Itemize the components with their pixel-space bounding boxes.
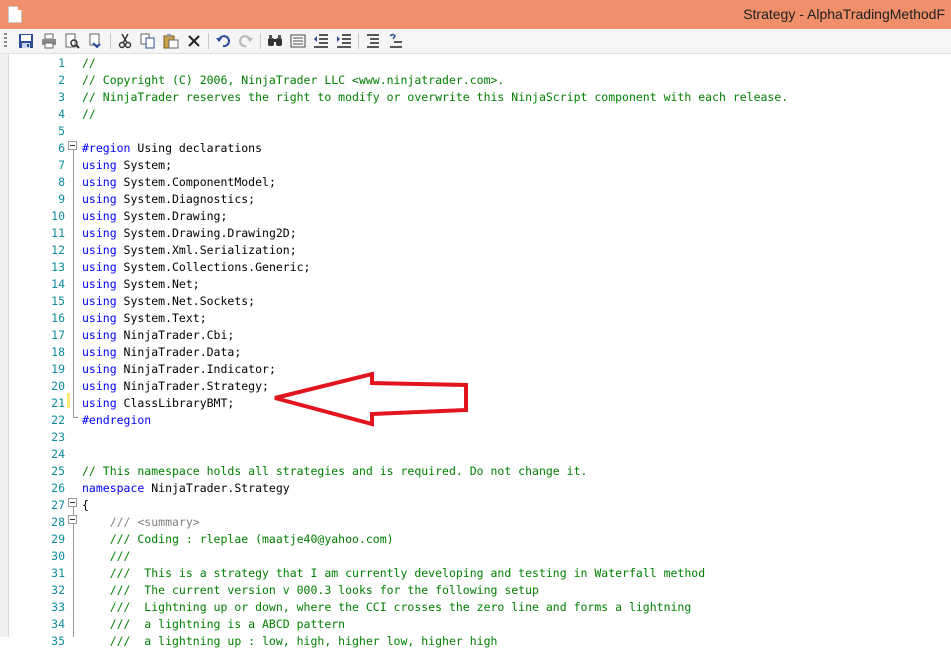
page-setup-icon[interactable] (86, 32, 104, 50)
cut-icon[interactable] (116, 32, 134, 50)
window-title: Strategy - AlphaTradingMethodF (743, 6, 945, 22)
toolbar (0, 29, 951, 54)
find-icon[interactable] (266, 32, 284, 50)
indent-icon[interactable] (335, 32, 353, 50)
toolbar-grip[interactable] (4, 33, 7, 49)
undo-icon[interactable] (214, 32, 232, 50)
code-editor[interactable]: 1//2// Copyright (C) 2006, NinjaTrader L… (0, 54, 951, 648)
outdent-icon[interactable] (312, 32, 330, 50)
save-icon[interactable] (17, 32, 35, 50)
replace-icon[interactable] (289, 32, 307, 50)
print-preview-icon[interactable] (63, 32, 81, 50)
comment-icon[interactable] (364, 32, 382, 50)
title-bar: Strategy - AlphaTradingMethodF (0, 0, 951, 29)
copy-icon[interactable] (139, 32, 157, 50)
arrow-annotation-icon (274, 371, 468, 427)
toolbar-separator (358, 33, 359, 49)
print-icon[interactable] (40, 32, 58, 50)
toolbar-separator (260, 33, 261, 49)
toolbar-separator (110, 33, 111, 49)
delete-icon[interactable] (185, 32, 203, 50)
redo-icon[interactable] (237, 32, 255, 50)
paste-icon[interactable] (162, 32, 180, 50)
toolbar-separator (208, 33, 209, 49)
uncomment-icon[interactable] (387, 32, 405, 50)
